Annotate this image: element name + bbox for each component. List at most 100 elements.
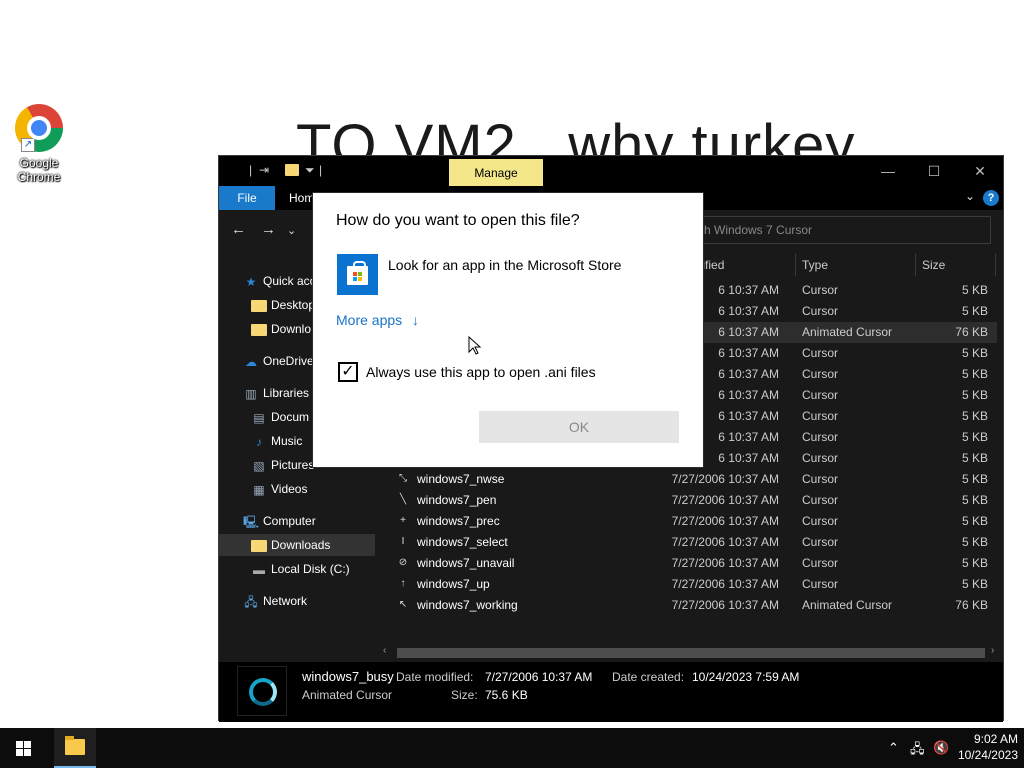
size-cell: 5 KB [961, 388, 988, 402]
sidebar-item-videos[interactable]: ▦ Videos [251, 478, 377, 500]
ok-button[interactable]: OK [479, 411, 679, 443]
table-row[interactable]: Iwindows7_select 7/27/2006 10:37 AM Cursor… [379, 532, 997, 553]
scroll-left-icon[interactable]: ‹ [383, 645, 386, 656]
tab-manage[interactable]: Manage [449, 159, 543, 186]
type-cell: Cursor [802, 388, 839, 402]
cloud-icon: ☁ [245, 354, 257, 369]
scrollbar-thumb[interactable] [397, 648, 985, 658]
logo-square [358, 277, 362, 281]
desktop-icon-google-chrome[interactable]: ↗ Google Chrome [8, 104, 70, 184]
type-cell: Animated Cursor [802, 325, 893, 339]
sidebar-item-label: Quick acc [263, 274, 316, 288]
sidebar-item-label: Downlo [271, 322, 312, 336]
always-use-label[interactable]: Always use this app to open .ani files [366, 364, 596, 380]
table-row[interactable]: ⊘ windows7_unavail 7/27/2006 10:37 AM Curso… [379, 553, 997, 574]
sidebar-item-computer[interactable]: 🖳 Computer [243, 510, 377, 532]
forward-arrow-icon[interactable]: → [261, 221, 276, 238]
sidebar-item-downloads[interactable]: Downloads [219, 534, 375, 556]
table-row[interactable]: + windows7_prec 7/27/2006 10:37 AM Cursor 5 … [379, 511, 997, 532]
computer-icon: 🖳 [243, 514, 260, 529]
start-button[interactable] [0, 728, 48, 768]
minimize-button[interactable]: — [865, 156, 911, 186]
network-status-icon[interactable]: 🖧 [910, 740, 925, 762]
size-cell: 5 KB [961, 409, 988, 423]
horizontal-scrollbar[interactable]: ‹ › [379, 643, 1003, 661]
file-name-cell: windows7_prec [417, 514, 500, 528]
more-apps-link[interactable]: More apps ↓ [336, 312, 419, 328]
sidebar-item-network[interactable]: 🖧 Network [243, 590, 377, 612]
recent-locations-icon[interactable]: ⌄ [287, 224, 296, 237]
size-cell: 5 KB [961, 556, 988, 570]
details-date-modified-label: Date modified: [396, 670, 474, 684]
column-divider[interactable] [915, 254, 916, 276]
help-icon[interactable]: ? [983, 190, 999, 206]
volume-muted-icon[interactable]: 🔇 [933, 740, 949, 756]
details-date-created: 10/24/2023 7:59 AM [692, 670, 800, 684]
store-option-label[interactable]: Look for an app in the Microsoft Store [388, 257, 621, 273]
details-date-modified: 7/27/2006 10:37 AM [485, 670, 593, 684]
sidebar-item-label: Downloads [271, 538, 331, 552]
date-modified-cell: 7/27/2006 10:37 AM [671, 493, 779, 507]
column-divider[interactable] [795, 254, 796, 276]
file-name-cell: windows7_nwse [417, 472, 505, 486]
star-icon: ★ [245, 274, 257, 289]
type-cell: Cursor [802, 556, 839, 570]
video-icon: ▦ [253, 482, 265, 497]
size-cell: 5 KB [961, 514, 988, 528]
folder-icon [251, 323, 267, 336]
search-input[interactable]: rch Windows 7 Cursor [687, 216, 991, 244]
type-cell: Cursor [802, 577, 839, 591]
taskbar-file-explorer[interactable] [54, 728, 96, 768]
new-folder-icon[interactable] [285, 164, 299, 176]
sidebar-item-local-disk[interactable]: ▬ Local Disk (C:) [251, 558, 377, 580]
always-use-checkbox[interactable]: ✓ [338, 362, 358, 382]
type-cell: Cursor [802, 283, 839, 297]
music-icon: ♪ [256, 434, 262, 449]
show-hidden-icons-icon[interactable]: ⌃ [888, 740, 899, 756]
scroll-right-icon[interactable]: › [991, 645, 994, 656]
table-row[interactable]: ⤡ windows7_nwse 7/27/2006 10:37 AM Cursor 5 … [379, 469, 997, 490]
tab-home[interactable]: Hom [289, 186, 314, 210]
details-pane: windows7_busy Animated Cursor Date modif… [219, 662, 1003, 722]
date-modified-cell: 7/27/2006 10:37 AM [671, 577, 779, 591]
arrow-down-icon: ↓ [412, 312, 420, 328]
file-name-cell: windows7_working [417, 598, 518, 612]
dialog-title: How do you want to open this file? [336, 212, 580, 229]
type-cell: Cursor [802, 430, 839, 444]
details-size: 75.6 KB [485, 688, 528, 702]
logo-square [353, 272, 357, 276]
sidebar-item-label: OneDrive [263, 354, 314, 368]
column-header-size[interactable]: Size [922, 256, 945, 274]
date-modified-cell: 7/27/2006 10:37 AM [671, 535, 779, 549]
size-cell: 5 KB [961, 346, 988, 360]
close-button[interactable]: ✕ [957, 156, 1003, 186]
table-row[interactable]: ╲ windows7_pen 7/27/2006 10:37 AM Cursor 5 K… [379, 490, 997, 511]
quick-access-divider-icon: | [319, 163, 323, 177]
cursor-file-icon: ⤡ [399, 473, 407, 484]
column-header-type[interactable]: Type [802, 256, 828, 274]
quick-access-divider-icon: | [249, 163, 253, 177]
clock[interactable]: 9:02 AM 10/24/2023 [954, 731, 1018, 763]
table-row[interactable]: ↑ windows7_up 7/27/2006 10:37 AM Cursor 5 KB [379, 574, 997, 595]
sidebar-item-label: Computer [263, 514, 316, 528]
sidebar-item-label: Libraries [263, 386, 310, 400]
logo-square [353, 277, 357, 281]
type-cell: Cursor [802, 304, 839, 318]
date-modified-cell: 7/27/2006 10:37 AM [671, 514, 779, 528]
file-name-cell: windows7_pen [417, 493, 497, 507]
customize-toolbar-icon[interactable]: ⏷ [305, 163, 315, 178]
column-divider[interactable] [995, 254, 996, 276]
file-name-cell: windows7_up [417, 577, 490, 591]
title-bar: | ⇥ ⏷ | Manage — ☐ ✕ [219, 156, 1003, 186]
details-file-name: windows7_busy [302, 669, 394, 684]
cursor-file-icon: I [401, 536, 405, 547]
table-row[interactable]: ↖ windows7_working 7/27/2006 10:37 AM Anima… [379, 595, 997, 616]
expand-ribbon-icon[interactable]: ⌄ [965, 189, 975, 203]
shortcut-arrow-icon: ↗ [21, 138, 35, 152]
microsoft-store-icon[interactable] [337, 254, 378, 295]
maximize-button[interactable]: ☐ [911, 156, 957, 186]
pin-icon[interactable]: ⇥ [259, 163, 269, 177]
tab-file[interactable]: File [219, 186, 275, 210]
size-cell: 76 KB [955, 325, 988, 339]
back-arrow-icon[interactable]: ← [231, 221, 246, 238]
